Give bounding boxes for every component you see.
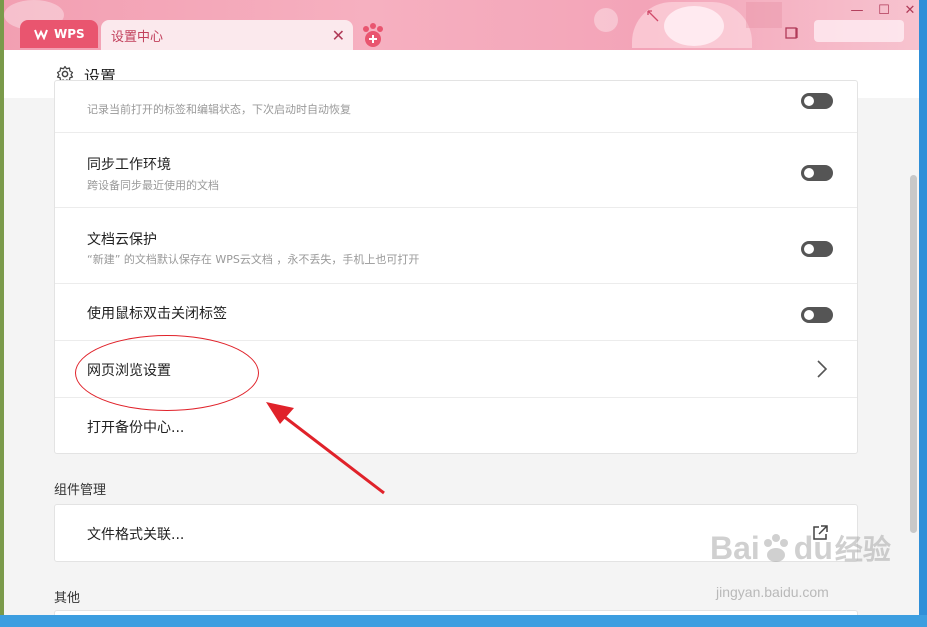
- row-title: 文档云保护: [87, 232, 157, 248]
- settings-row-restore-session: 记录当前打开的标签和编辑状态，下次启动时自动恢复: [55, 81, 857, 133]
- sync-workspace-toggle[interactable]: [801, 165, 833, 181]
- row-description: “新建” 的文档默认保存在 WPS云文档 ，永不丢失，手机上也可打开: [87, 253, 420, 266]
- annotation-ellipse: [75, 335, 259, 411]
- cat-face-decoration: [664, 6, 724, 46]
- settings-row-sync-workspace: 同步工作环境 跨设备同步最近使用的文档: [55, 133, 857, 208]
- paw-icon: [763, 534, 788, 562]
- watermark-brand: Bai du经验: [710, 530, 891, 566]
- decoration-bubble: [594, 8, 618, 32]
- settings-row-dblclick-close: 使用鼠标双击关闭标签: [55, 284, 857, 341]
- tab-settings-label: 设置中心: [111, 29, 164, 45]
- close-tab-icon[interactable]: ✕: [332, 26, 345, 45]
- close-window-button[interactable]: ✕: [897, 2, 919, 20]
- row-title: 使用鼠标双击关闭标签: [87, 306, 227, 322]
- wps-window: WPS 设置中心 ✕ — ☐ ✕ 设置 记录当前打开的标签和编辑状态，下次启动时…: [4, 0, 919, 615]
- taskbar-edge: [0, 615, 927, 627]
- deco-arrows-icon: [647, 10, 659, 22]
- watermark-url: jingyan.baidu.com: [716, 584, 829, 600]
- blurred-account-area: [814, 20, 904, 42]
- scrollbar-thumb[interactable]: [910, 175, 917, 533]
- row-description: 跨设备同步最近使用的文档: [87, 179, 219, 192]
- baidu-watermark: Bai du经验 jingyan.baidu.com: [704, 518, 894, 608]
- tab-wps-label: WPS: [54, 27, 85, 41]
- new-tab-paw-icon[interactable]: [360, 22, 386, 48]
- chevron-right-icon: [817, 360, 828, 378]
- cloud-protect-toggle[interactable]: [801, 241, 833, 257]
- row-title: 打开备份中心...: [87, 420, 185, 436]
- other-card: [54, 610, 858, 615]
- decoration-blocks: [746, 2, 782, 28]
- dblclick-close-toggle[interactable]: [801, 307, 833, 323]
- wps-logo-icon: [34, 29, 48, 40]
- settings-row-cloud-protect: 文档云保护 “新建” 的文档默认保存在 WPS云文档 ，永不丢失，手机上也可打开: [55, 208, 857, 284]
- row-description: 记录当前打开的标签和编辑状态，下次启动时自动恢复: [87, 103, 351, 116]
- title-bar: WPS 设置中心 ✕ — ☐ ✕: [4, 0, 919, 50]
- row-title: 同步工作环境: [87, 157, 171, 173]
- row-title: 文件格式关联...: [87, 527, 185, 543]
- section-label-other: 其他: [54, 591, 81, 606]
- restore-session-toggle[interactable]: [801, 93, 833, 109]
- layout-toggle-icon[interactable]: [785, 26, 799, 40]
- minimize-button[interactable]: —: [844, 2, 870, 20]
- desktop-right-edge: [919, 0, 927, 627]
- tab-wps[interactable]: WPS: [20, 20, 98, 48]
- section-label-components: 组件管理: [54, 483, 107, 498]
- maximize-button[interactable]: ☐: [871, 2, 897, 20]
- annotation-arrow: [266, 402, 385, 495]
- tab-settings-center[interactable]: 设置中心 ✕: [101, 20, 353, 50]
